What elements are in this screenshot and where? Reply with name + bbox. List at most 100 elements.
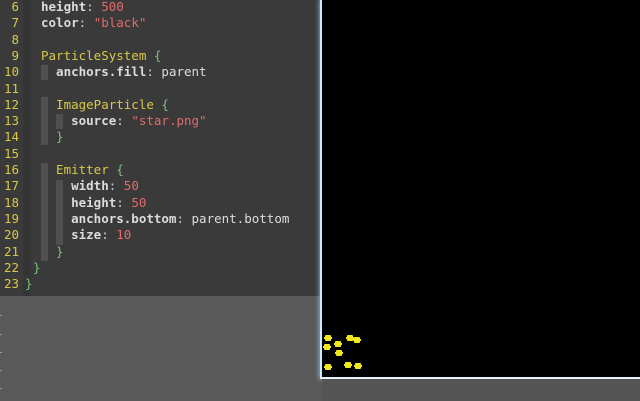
code-text: height: 50 <box>41 195 146 211</box>
code-token: parent.bottom <box>191 210 290 226</box>
line-number: 20 <box>3 227 19 243</box>
code-line[interactable]: 11 <box>0 81 322 97</box>
code-token: : <box>86 0 102 14</box>
code-text: size: 10 <box>41 227 131 243</box>
code-line[interactable]: 10 anchors.fill: parent <box>0 64 322 80</box>
code-line[interactable]: 23} <box>0 276 322 292</box>
code-text: } <box>33 260 41 276</box>
code-line[interactable]: 14 } <box>0 129 322 145</box>
ruler-tick <box>0 315 2 316</box>
line-number: 22 <box>3 259 19 275</box>
code-line[interactable]: 22} <box>0 260 322 276</box>
star-particle <box>324 335 332 341</box>
ruler-tick <box>0 388 2 389</box>
line-number: 13 <box>3 113 19 129</box>
code-editor[interactable]: 6 height: 500 7 color: "black" 8 9 ParticleSys… <box>0 0 322 296</box>
code-line[interactable]: 8 <box>0 32 322 48</box>
code-token: Emitter <box>41 162 109 177</box>
line-number: 18 <box>3 194 19 210</box>
code-line[interactable]: 13 source: "star.png" <box>0 113 322 129</box>
code-token: ImageParticle <box>41 96 154 112</box>
preview-footer-area <box>322 379 640 401</box>
code-token: : <box>101 227 117 243</box>
code-text: color: "black" <box>41 15 146 31</box>
ruler-tick <box>0 334 2 335</box>
code-token: { <box>108 162 124 177</box>
code-token: { <box>146 47 162 63</box>
line-number: 10 <box>3 64 19 80</box>
star-particle <box>323 344 331 350</box>
code-text: } <box>25 276 33 292</box>
code-line[interactable]: 19 anchors.bottom: parent.bottom <box>0 211 322 227</box>
qml-preview-canvas[interactable] <box>322 0 640 377</box>
code-token: : <box>116 113 132 129</box>
code-token: 50 <box>131 194 147 210</box>
code-token: width <box>41 178 109 194</box>
code-token: : <box>108 178 124 194</box>
code-token: } <box>41 129 64 145</box>
code-line[interactable]: 18 height: 50 <box>0 195 322 211</box>
code-token: height <box>41 0 87 14</box>
code-token: : <box>78 15 94 31</box>
code-token: "star.png" <box>131 113 207 129</box>
code-token: } <box>33 259 41 275</box>
code-token: size <box>41 227 102 243</box>
star-particle <box>353 337 361 343</box>
code-text: } <box>41 129 64 145</box>
line-number: 14 <box>3 129 19 145</box>
code-token: } <box>41 243 64 259</box>
code-token: : <box>116 194 132 210</box>
star-particle <box>335 350 343 356</box>
code-text: ParticleSystem { <box>41 48 161 64</box>
code-line[interactable]: 17 width: 50 <box>0 178 322 194</box>
line-number: 16 <box>3 162 19 177</box>
star-particle <box>354 363 362 369</box>
code-token: "black" <box>93 15 147 31</box>
line-number: 17 <box>3 178 19 194</box>
code-line[interactable]: 15 <box>0 146 322 162</box>
code-token: 10 <box>116 227 132 243</box>
preview-left-border <box>320 0 322 378</box>
code-token: color <box>41 15 79 31</box>
line-number: 15 <box>3 145 19 161</box>
code-token: anchors.fill <box>41 64 147 80</box>
line-number: 8 <box>11 31 19 47</box>
code-token: source <box>41 113 117 129</box>
code-token: 500 <box>101 0 124 14</box>
code-token: : <box>146 64 162 80</box>
code-text: height: 500 <box>41 0 124 15</box>
code-text: ImageParticle { <box>41 97 169 113</box>
bottom-panel <box>0 296 322 401</box>
line-number: 23 <box>3 276 19 292</box>
code-line[interactable]: 9 ParticleSystem { <box>0 48 322 64</box>
line-number: 11 <box>3 80 19 96</box>
code-token: anchors.bottom <box>41 210 177 226</box>
ruler-tick <box>0 352 2 353</box>
line-number: 7 <box>11 15 19 31</box>
code-token: 50 <box>123 178 139 194</box>
code-text: anchors.fill: parent <box>41 64 207 80</box>
line-number: 19 <box>3 210 19 226</box>
code-line[interactable]: 6 height: 500 <box>0 0 322 15</box>
code-text: Emitter { <box>41 162 124 178</box>
code-text: source: "star.png" <box>41 113 207 129</box>
line-number: 6 <box>11 0 19 14</box>
ruler-tick <box>0 370 2 371</box>
code-token: parent <box>161 64 207 80</box>
code-text: } <box>41 244 64 260</box>
code-line[interactable]: 7 color: "black" <box>0 15 322 31</box>
code-token: } <box>25 276 33 292</box>
code-line[interactable]: 16 Emitter { <box>0 162 322 178</box>
code-token: height <box>41 194 117 210</box>
line-number: 9 <box>11 47 19 63</box>
code-line[interactable]: 12 ImageParticle { <box>0 97 322 113</box>
code-line[interactable]: 20 size: 10 <box>0 227 322 243</box>
line-number: 21 <box>3 243 19 259</box>
star-particle <box>344 362 352 368</box>
code-token: : <box>176 210 192 226</box>
star-particle <box>324 364 332 370</box>
code-text: width: 50 <box>41 178 139 194</box>
line-number: 12 <box>3 96 19 112</box>
code-line[interactable]: 21 } <box>0 244 322 260</box>
code-token: { <box>153 96 169 112</box>
